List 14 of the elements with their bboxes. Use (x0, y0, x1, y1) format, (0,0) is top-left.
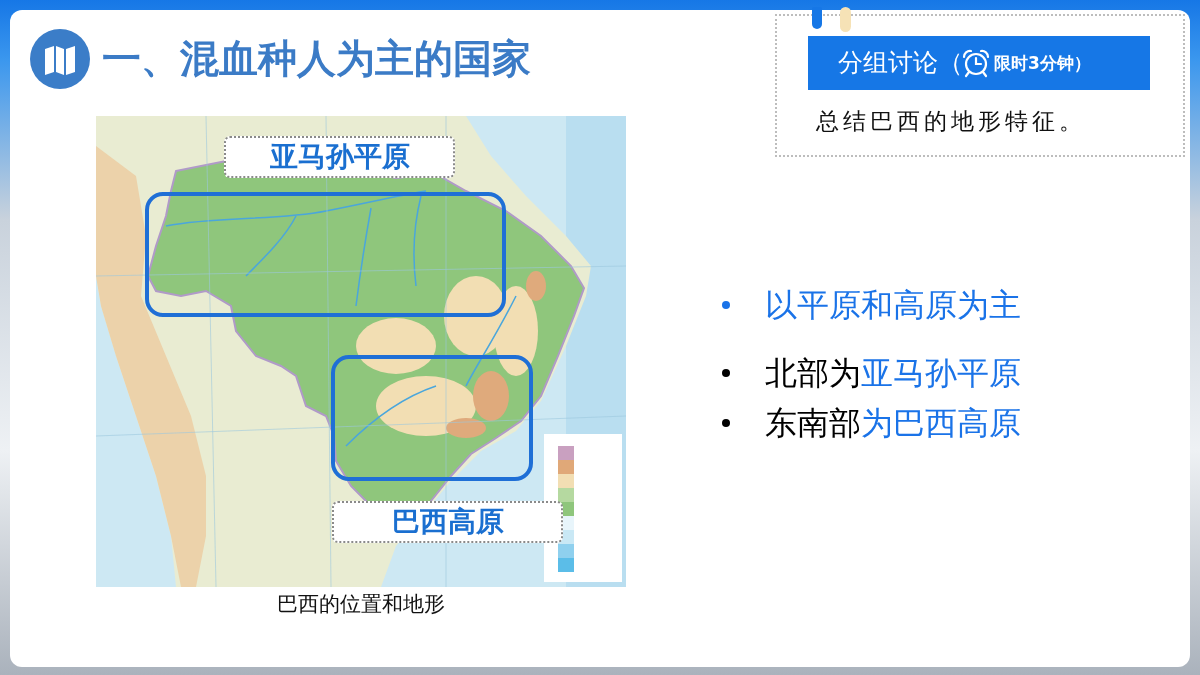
bullet-text: 东南部为巴西高原 (765, 403, 1021, 443)
slide-title: 一、混血种人为主的国家 (102, 35, 531, 83)
map-caption: 巴西的位置和地形 (276, 591, 446, 617)
bullet-text: 北部为亚马孙平原 (765, 353, 1021, 393)
map-icon (30, 29, 90, 89)
bullet-text: 以平原和高原为主 (765, 285, 1021, 325)
timer-text: 限时3分钟） (994, 52, 1091, 75)
region-label: 亚马孙平原 (224, 136, 455, 178)
region-label: 巴西高原 (332, 501, 563, 543)
banner-title: 分组讨论（ (838, 48, 963, 78)
task-text: 总结巴西的地形特征。 (816, 107, 1087, 136)
alarm-clock-icon (961, 48, 991, 78)
clip-icon (812, 7, 822, 29)
clip-icon (840, 7, 851, 32)
